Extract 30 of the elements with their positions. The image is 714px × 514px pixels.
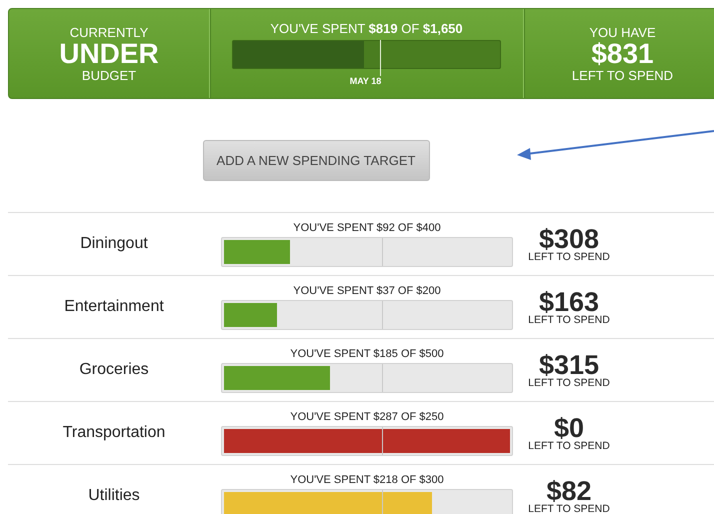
remaining-caption: LEFT TO SPEND — [528, 251, 610, 263]
remaining-amount: $315 — [538, 353, 600, 377]
remaining-amount: $163 — [538, 290, 600, 314]
spent-text: YOU'VE SPENT $92 OF $400 — [293, 222, 441, 234]
budget-status: UNDER — [59, 40, 159, 68]
category-name: Utilities — [87, 487, 141, 505]
remaining-caption: LEFT TO SPEND — [528, 314, 610, 326]
spent-text: YOU'VE SPENT $287 OF $250 — [290, 410, 444, 422]
remaining-caption: LEFT TO SPEND — [528, 377, 610, 389]
spent-text: YOU'VE SPENT $37 OF $200 — [293, 284, 441, 296]
category-name: Diningout — [79, 235, 149, 253]
today-marker — [380, 40, 381, 76]
add-target-button[interactable]: ADD A NEW SPENDING TARGET — [202, 140, 430, 181]
remaining-amount: $0 — [554, 416, 584, 440]
spent-text: YOU'VE SPENT $218 OF $300 — [290, 474, 444, 486]
category-name: Entertainment — [63, 298, 165, 316]
spent-text: YOU'VE SPENT $185 OF $500 — [290, 348, 444, 360]
status-caption: CURRENTLY — [70, 24, 148, 40]
remaining-amount: $82 — [546, 479, 592, 503]
total-spent-text: YOU'VE SPENT $819 OF $1,650 — [270, 21, 463, 36]
remaining-amount: $831 — [591, 40, 654, 68]
category-name: Groceries — [78, 361, 150, 379]
category-name: Transportation — [62, 424, 166, 442]
remaining-amount: $308 — [538, 227, 600, 251]
remaining-caption: YOU HAVE — [589, 24, 656, 40]
remaining-caption: LEFT TO SPEND — [528, 440, 610, 452]
status-caption: BUDGET — [82, 68, 136, 82]
remaining-caption: LEFT TO SPEND — [528, 503, 610, 514]
date-label: MAY 18 — [350, 76, 382, 86]
remaining-caption: LEFT TO SPEND — [572, 68, 674, 82]
